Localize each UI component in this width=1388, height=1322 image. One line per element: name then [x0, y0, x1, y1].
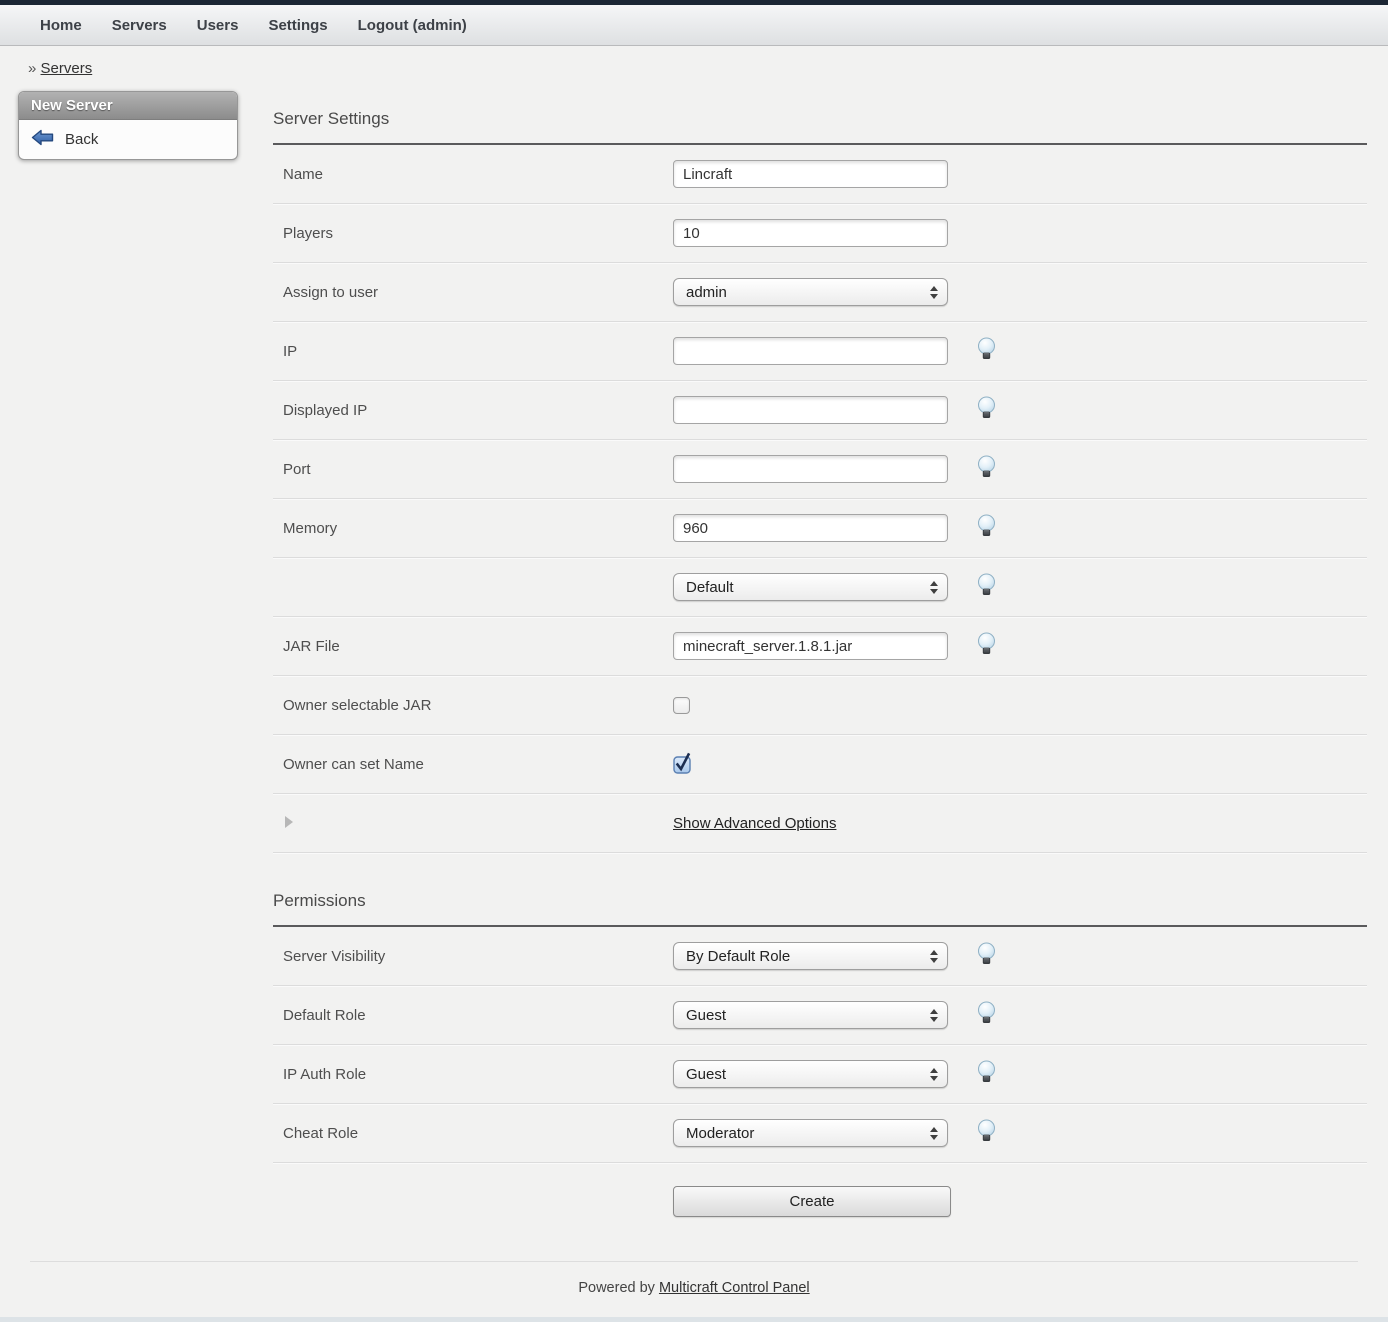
nav-item-settings[interactable]: Settings: [268, 17, 327, 34]
world-type-select-value: Default: [686, 579, 734, 596]
breadcrumb-link-servers[interactable]: Servers: [41, 60, 93, 77]
field-label-cheat-role: Cheat Role: [273, 1125, 673, 1142]
select-arrows-icon: [930, 1009, 938, 1022]
jar-file-input[interactable]: [673, 632, 948, 660]
form-row-cheat-role: Cheat Role Moderator: [273, 1104, 1367, 1163]
bottom-accent-strip: [0, 1317, 1388, 1322]
lightbulb-hint-icon[interactable]: [976, 1119, 997, 1147]
nav-item-servers[interactable]: Servers: [112, 17, 167, 34]
cheat-role-select-value: Moderator: [686, 1125, 754, 1142]
nav-item-logout[interactable]: Logout (admin): [358, 17, 467, 34]
port-input[interactable]: [673, 455, 948, 483]
owner-can-set-name-checkbox[interactable]: [673, 755, 692, 774]
footer-multicraft-link[interactable]: Multicraft Control Panel: [659, 1280, 810, 1296]
select-arrows-icon: [930, 286, 938, 299]
cheat-role-select[interactable]: Moderator: [673, 1119, 948, 1147]
footer-prefix: Powered by: [578, 1280, 655, 1296]
assign-user-select[interactable]: admin: [673, 278, 948, 306]
form-row-memory: Memory: [273, 499, 1367, 558]
create-button[interactable]: Create: [673, 1186, 951, 1217]
select-arrows-icon: [930, 581, 938, 594]
show-advanced-options-link[interactable]: Show Advanced Options: [673, 815, 836, 832]
field-label-name: Name: [273, 166, 673, 183]
form-row-owner-can-set-name: Owner can set Name: [273, 735, 1367, 794]
name-input[interactable]: [673, 160, 948, 188]
sidebar: New Server Back: [18, 91, 238, 160]
ip-auth-role-select-value: Guest: [686, 1066, 726, 1083]
assign-user-select-value: admin: [686, 284, 727, 301]
field-label-owner-selectable-jar: Owner selectable JAR: [273, 697, 673, 714]
select-arrows-icon: [930, 1127, 938, 1140]
lightbulb-hint-icon[interactable]: [976, 514, 997, 542]
field-label-displayed-ip: Displayed IP: [273, 402, 673, 419]
field-label-server-visibility: Server Visibility: [273, 948, 673, 965]
lightbulb-hint-icon[interactable]: [976, 396, 997, 424]
footer-divider: [30, 1261, 1358, 1262]
nav-item-home[interactable]: Home: [40, 17, 82, 34]
section-title-permissions: Permissions: [273, 891, 1367, 911]
sidebar-back-label: Back: [65, 131, 98, 148]
memory-input[interactable]: [673, 514, 948, 542]
form-row-ip-auth-role: IP Auth Role Guest: [273, 1045, 1367, 1104]
main-content: Server Settings Name Players Assign to u…: [273, 77, 1367, 1239]
players-input[interactable]: [673, 219, 948, 247]
form-row-owner-selectable-jar: Owner selectable JAR: [273, 676, 1367, 735]
owner-selectable-jar-checkbox[interactable]: [673, 697, 690, 714]
default-role-select[interactable]: Guest: [673, 1001, 948, 1029]
displayed-ip-input[interactable]: [673, 396, 948, 424]
form-row-advanced-options: Show Advanced Options: [273, 794, 1367, 853]
section-title-server-settings: Server Settings: [273, 109, 1367, 129]
form-row-jar-file: JAR File: [273, 617, 1367, 676]
form-row-displayed-ip: Displayed IP: [273, 381, 1367, 440]
lightbulb-hint-icon[interactable]: [976, 455, 997, 483]
form-row-create: Create: [273, 1163, 1367, 1239]
server-visibility-select-value: By Default Role: [686, 948, 790, 965]
field-label-players: Players: [273, 225, 673, 242]
sidebar-item-back[interactable]: Back: [19, 120, 237, 159]
back-arrow-icon: [31, 129, 54, 150]
footer: Powered by Multicraft Control Panel: [0, 1280, 1388, 1296]
field-label-ip: IP: [273, 343, 673, 360]
ip-auth-role-select[interactable]: Guest: [673, 1060, 948, 1088]
form-row-world-type: Default: [273, 558, 1367, 617]
form-row-players: Players: [273, 204, 1367, 263]
default-role-select-value: Guest: [686, 1007, 726, 1024]
lightbulb-hint-icon[interactable]: [976, 1001, 997, 1029]
select-arrows-icon: [930, 950, 938, 963]
field-label-assign-user: Assign to user: [273, 284, 673, 301]
form-row-name: Name: [273, 145, 1367, 204]
form-row-default-role: Default Role Guest: [273, 986, 1367, 1045]
breadcrumb: » Servers: [28, 60, 1388, 77]
ip-input[interactable]: [673, 337, 948, 365]
field-label-memory: Memory: [273, 520, 673, 537]
server-visibility-select[interactable]: By Default Role: [673, 942, 948, 970]
disclosure-triangle-icon[interactable]: [285, 816, 293, 828]
field-label-jar-file: JAR File: [273, 638, 673, 655]
world-type-select[interactable]: Default: [673, 573, 948, 601]
main-nav: Home Servers Users Settings Logout (admi…: [0, 5, 1388, 46]
field-label-owner-can-set-name: Owner can set Name: [273, 756, 673, 773]
form-row-assign-user: Assign to user admin: [273, 263, 1367, 322]
lightbulb-hint-icon[interactable]: [976, 1060, 997, 1088]
lightbulb-hint-icon[interactable]: [976, 942, 997, 970]
lightbulb-hint-icon[interactable]: [976, 573, 997, 601]
breadcrumb-symbol: »: [28, 60, 36, 77]
form-row-port: Port: [273, 440, 1367, 499]
field-label-default-role: Default Role: [273, 1007, 673, 1024]
form-row-ip: IP: [273, 322, 1367, 381]
sidebar-title: New Server: [19, 92, 237, 120]
lightbulb-hint-icon[interactable]: [976, 337, 997, 365]
form-row-server-visibility: Server Visibility By Default Role: [273, 927, 1367, 986]
lightbulb-hint-icon[interactable]: [976, 632, 997, 660]
nav-item-users[interactable]: Users: [197, 17, 239, 34]
field-label-port: Port: [273, 461, 673, 478]
select-arrows-icon: [930, 1068, 938, 1081]
field-label-ip-auth-role: IP Auth Role: [273, 1066, 673, 1083]
